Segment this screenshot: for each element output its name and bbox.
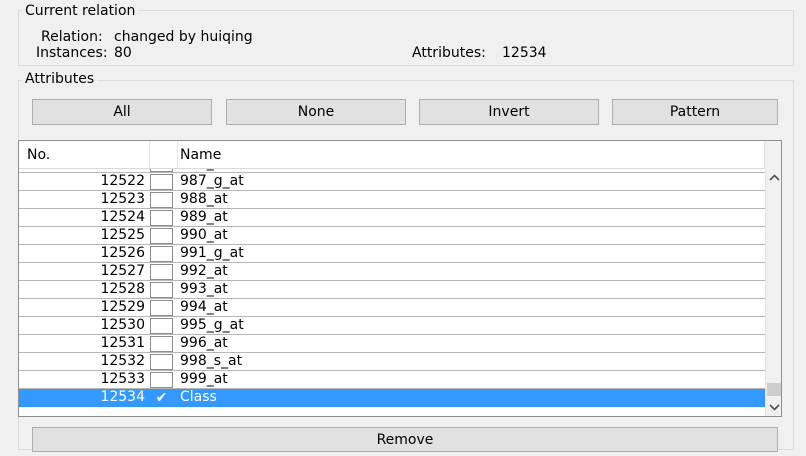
- row-checkbox-cell: [149, 263, 177, 280]
- table-row[interactable]: 12533 999_at: [19, 371, 765, 389]
- row-checkbox[interactable]: [150, 246, 173, 262]
- row-name: 989_at: [180, 209, 228, 225]
- row-checkbox[interactable]: [150, 210, 173, 226]
- table-row[interactable]: 12530 995_g_at: [19, 317, 765, 335]
- row-checkbox-cell: [149, 173, 177, 190]
- row-name: 992_at: [180, 263, 228, 279]
- row-checkbox-cell: [149, 335, 177, 352]
- table-row[interactable]: 12528 993_at: [19, 281, 765, 299]
- vertical-scrollbar[interactable]: [765, 169, 781, 416]
- invert-selection-button[interactable]: Invert: [419, 99, 599, 125]
- row-name: 994_at: [180, 299, 228, 315]
- row-number: 12522: [100, 173, 145, 189]
- row-checkbox-cell: [149, 371, 177, 388]
- row-name: 990_at: [180, 227, 228, 243]
- attributes-count-value: 12534: [502, 45, 547, 61]
- row-name: 995_g_at: [180, 317, 244, 333]
- table-row[interactable]: 12522 987_g_at: [19, 173, 765, 191]
- current-relation-title: Current relation: [22, 3, 139, 19]
- relation-value: changed by huiqing: [114, 29, 253, 45]
- attributes-table[interactable]: No. Name 12521 986_at 12522 987_g_at 125…: [18, 140, 782, 417]
- row-number: 12531: [100, 335, 145, 351]
- row-checkbox-cell: [149, 281, 177, 298]
- row-name: 988_at: [180, 191, 228, 207]
- row-number: 12527: [100, 263, 145, 279]
- row-number: 12524: [100, 209, 145, 225]
- row-checkbox[interactable]: [150, 372, 173, 388]
- select-none-button[interactable]: None: [226, 99, 406, 125]
- scrollbar-thumb[interactable]: [767, 383, 781, 396]
- column-separator: [177, 141, 178, 168]
- row-checkbox-cell: [149, 245, 177, 262]
- row-number: 12534: [100, 389, 145, 405]
- row-number: 12528: [100, 281, 145, 297]
- chevron-down-icon[interactable]: [766, 399, 781, 416]
- row-name: 987_g_at: [180, 173, 244, 189]
- table-row[interactable]: 12523 988_at: [19, 191, 765, 209]
- row-checkbox[interactable]: [150, 282, 173, 298]
- header-corner: [764, 141, 781, 169]
- attributes-count-label: Attributes:: [412, 45, 486, 61]
- table-row[interactable]: 12526 991_g_at: [19, 245, 765, 263]
- row-number: 12525: [100, 227, 145, 243]
- row-checkbox[interactable]: [150, 228, 173, 244]
- row-checkbox[interactable]: [150, 192, 173, 208]
- row-checkbox-checked[interactable]: ✔: [150, 390, 173, 406]
- column-header-name[interactable]: Name: [180, 147, 221, 163]
- table-row[interactable]: 12531 996_at: [19, 335, 765, 353]
- row-checkbox[interactable]: [150, 318, 173, 334]
- row-checkbox-cell: [149, 353, 177, 370]
- row-number: 12533: [100, 371, 145, 387]
- row-number: 12529: [100, 299, 145, 315]
- row-name: 991_g_at: [180, 245, 244, 261]
- row-name: 996_at: [180, 335, 228, 351]
- table-row[interactable]: 12527 992_at: [19, 263, 765, 281]
- row-checkbox-cell: [149, 169, 177, 172]
- row-name: 993_at: [180, 281, 228, 297]
- table-rows: 12521 986_at 12522 987_g_at 12523 988_at…: [19, 169, 765, 416]
- table-row-selected[interactable]: 12534 ✔ Class: [19, 389, 765, 407]
- table-header: No. Name: [19, 141, 764, 169]
- row-number: 12526: [100, 245, 145, 261]
- column-header-no[interactable]: No.: [27, 147, 50, 163]
- row-number: 12523: [100, 191, 145, 207]
- row-name: Class: [180, 389, 217, 405]
- table-row[interactable]: 12525 990_at: [19, 227, 765, 245]
- row-checkbox[interactable]: [150, 169, 173, 172]
- select-all-button[interactable]: All: [32, 99, 212, 125]
- row-checkbox-cell: [149, 299, 177, 316]
- row-checkbox-cell: [149, 191, 177, 208]
- pattern-button[interactable]: Pattern: [612, 99, 778, 125]
- row-checkbox-cell: [149, 227, 177, 244]
- instances-value: 80: [114, 45, 132, 61]
- row-checkbox-cell: ✔: [149, 389, 177, 406]
- chevron-up-icon[interactable]: [766, 169, 781, 186]
- instances-label: Instances:: [36, 45, 108, 61]
- table-row[interactable]: 12532 998_s_at: [19, 353, 765, 371]
- row-name: 998_s_at: [180, 353, 243, 369]
- row-name: 999_at: [180, 371, 228, 387]
- row-checkbox-cell: [149, 209, 177, 226]
- row-checkbox[interactable]: [150, 264, 173, 280]
- row-number: 12521: [19, 169, 147, 172]
- table-row[interactable]: 12524 989_at: [19, 209, 765, 227]
- row-name: 986_at: [178, 169, 228, 172]
- row-checkbox-cell: [149, 317, 177, 334]
- row-checkbox[interactable]: [150, 336, 173, 352]
- relation-label: Relation:: [41, 29, 103, 45]
- attributes-title: Attributes: [22, 71, 98, 87]
- column-separator: [149, 141, 150, 168]
- row-checkbox[interactable]: [150, 174, 173, 190]
- row-number: 12530: [100, 317, 145, 333]
- remove-button[interactable]: Remove: [32, 427, 778, 452]
- row-number: 12532: [100, 353, 145, 369]
- row-checkbox[interactable]: [150, 300, 173, 316]
- table-row[interactable]: 12529 994_at: [19, 299, 765, 317]
- row-checkbox[interactable]: [150, 354, 173, 370]
